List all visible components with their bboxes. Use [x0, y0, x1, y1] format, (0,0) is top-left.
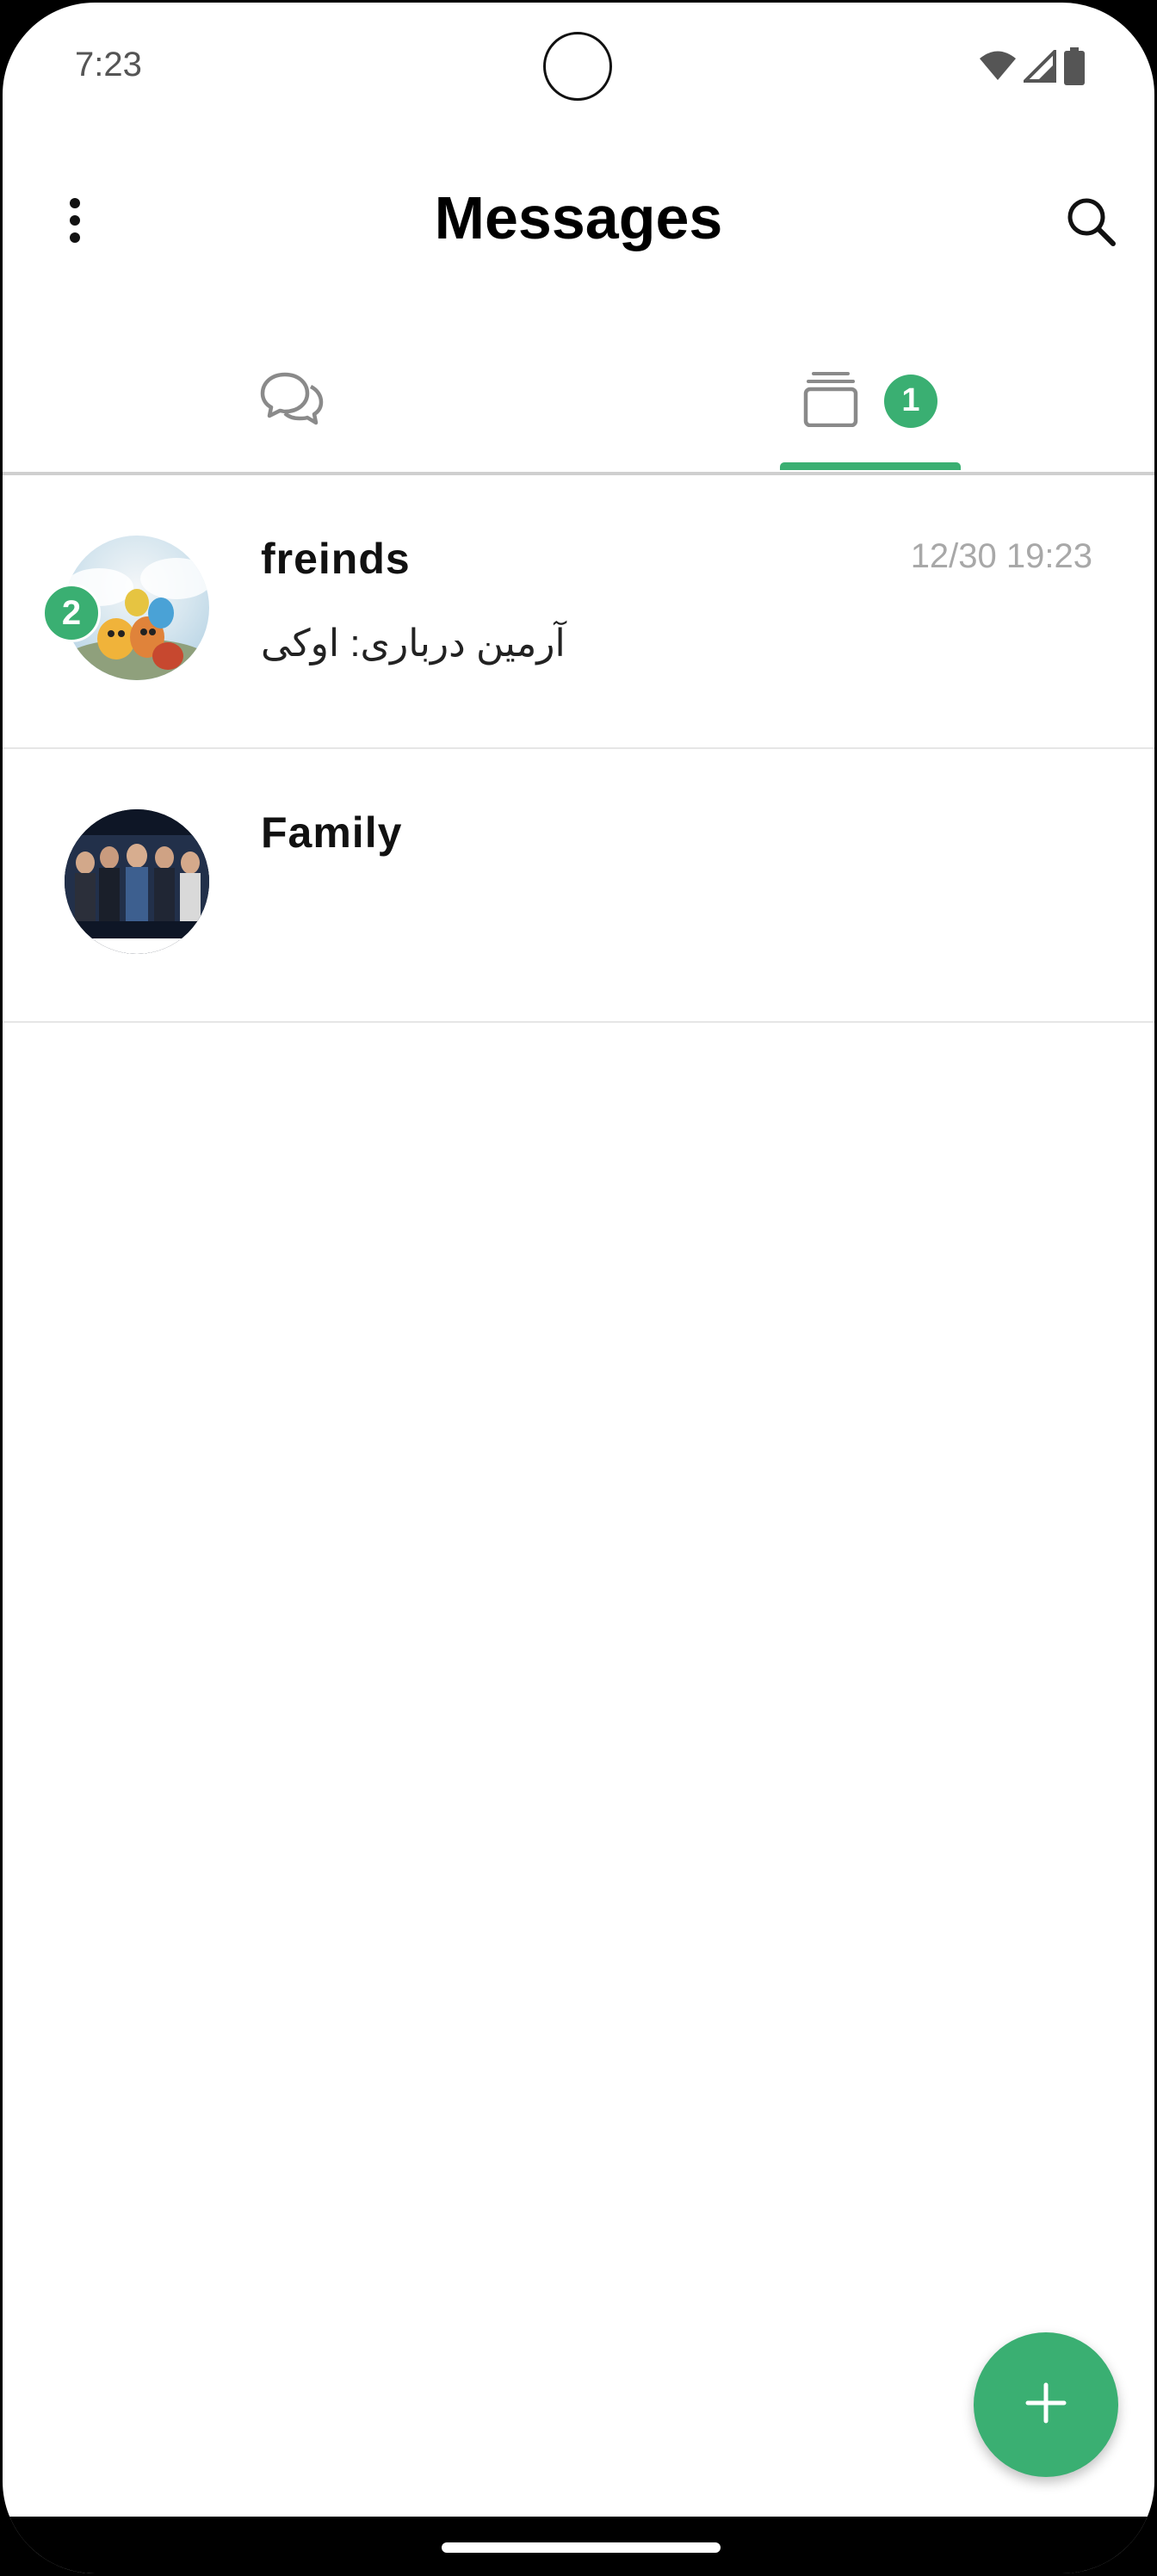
unread-count-badge: 2 [42, 584, 101, 642]
cellular-signal-icon [1021, 47, 1056, 87]
stacked-cards-icon [803, 370, 858, 431]
conversation-name: Family [261, 808, 403, 857]
app-bar: Messages [3, 158, 1154, 287]
page-title: Messages [434, 184, 723, 251]
conversation-row-freinds[interactable]: 2 freinds 12/30 19:23 آرمین درباری: اوکی [3, 475, 1154, 749]
status-bar: 7:23 [3, 3, 1154, 132]
wifi-icon [979, 51, 1017, 86]
phone-screen: 7:23 Messages 1 2 freinds 12/30 19:23 آر… [0, 0, 1157, 2576]
status-time: 7:23 [75, 46, 142, 84]
conversation-time: 12/30 19:23 [910, 537, 1092, 575]
new-conversation-button[interactable] [974, 2332, 1118, 2477]
search-button[interactable] [1056, 189, 1125, 257]
front-camera [543, 32, 612, 101]
plus-icon [1024, 2381, 1067, 2429]
conversation-row-family[interactable]: Family [3, 749, 1154, 1023]
groups-tab-badge: 1 [884, 374, 937, 428]
battery-icon [1063, 47, 1086, 90]
system-navigation-bar [3, 2517, 1154, 2573]
search-icon [1065, 195, 1117, 251]
chat-bubbles-icon [259, 371, 325, 430]
home-indicator[interactable] [442, 2542, 721, 2553]
tab-groups[interactable]: 1 [581, 330, 1154, 472]
conversation-list: 2 freinds 12/30 19:23 آرمین درباری: اوکی… [3, 475, 1154, 1023]
tab-chats[interactable] [3, 330, 581, 472]
conversation-name: freinds [261, 535, 411, 583]
tab-bar: 1 [3, 330, 1154, 475]
status-icons [979, 47, 1086, 90]
avatar [65, 809, 209, 954]
active-tab-indicator [780, 462, 961, 470]
conversation-preview: آرمین درباری: اوکی [261, 622, 566, 665]
